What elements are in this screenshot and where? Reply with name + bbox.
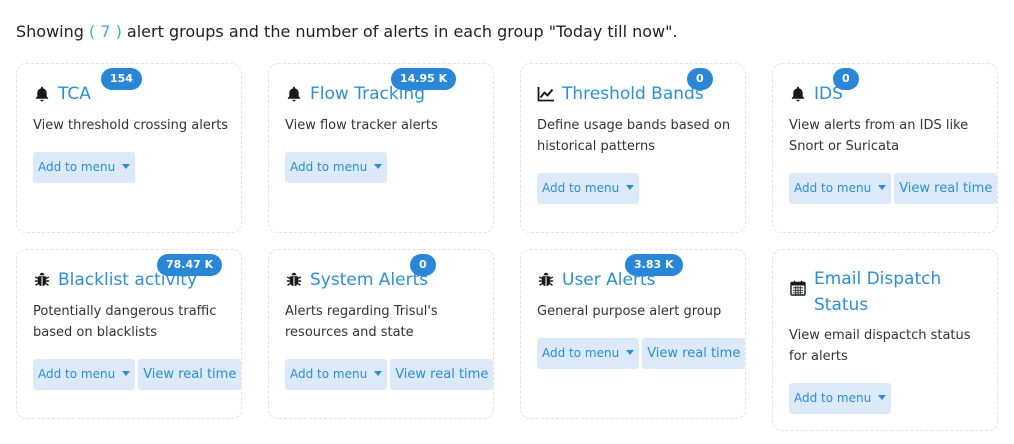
add-to-menu-button[interactable]: Add to menu (789, 173, 892, 204)
bug-icon (537, 267, 555, 293)
add-to-menu-button[interactable]: Add to menu (285, 152, 388, 183)
card-title-link[interactable]: System Alerts (310, 267, 428, 293)
view-real-time-button[interactable]: View real time (138, 359, 242, 390)
card-description: View flow tracker alerts (285, 118, 438, 133)
caret-down-icon (122, 371, 131, 376)
caret-down-icon (626, 350, 635, 355)
card-description: Define usage bands based on historical p… (537, 118, 731, 154)
bell-icon (789, 81, 807, 107)
line-chart-icon (537, 81, 555, 107)
add-to-menu-label: Add to menu (290, 160, 368, 174)
alert-count-badge: 154 (101, 68, 142, 90)
card-description: View email dispactch status for alerts (789, 328, 971, 364)
alert-count-badge: 14.95 K (391, 68, 457, 90)
add-to-menu-label: Add to menu (38, 160, 116, 174)
card-title[interactable]: System Alerts (285, 267, 428, 293)
add-to-menu-label: Add to menu (542, 181, 620, 195)
summary-suffix: alert groups and the number of alerts in… (121, 22, 678, 41)
card-actions: Add to menu (537, 173, 640, 204)
add-to-menu-label: Add to menu (794, 391, 872, 405)
card-title[interactable]: Threshold Bands (537, 81, 704, 107)
card-title-link[interactable]: Threshold Bands (562, 81, 704, 107)
card-title-link[interactable]: Email Dispatch Status (814, 266, 964, 318)
alert-count-badge: 78.47 K (157, 254, 223, 276)
card-title[interactable]: TCA (33, 81, 91, 107)
alert-group-count: ( 7 ) (89, 22, 122, 41)
alert-count-badge: 3.83 K (625, 254, 683, 276)
calendar-icon (789, 280, 807, 296)
card-description: View alerts from an IDS like Snort or Su… (789, 118, 969, 154)
caret-down-icon (374, 371, 383, 376)
card-description: View threshold crossing alerts (33, 118, 229, 133)
caret-down-icon (374, 164, 383, 169)
view-real-time-button[interactable]: View real time (390, 359, 494, 390)
add-to-menu-label: Add to menu (38, 367, 116, 381)
card-description: General purpose alert group (537, 304, 722, 319)
bug-icon (33, 267, 51, 293)
add-to-menu-button[interactable]: Add to menu (537, 173, 640, 204)
bell-icon (285, 81, 303, 107)
card-threshold-bands: Threshold Bands 0 Define usage bands bas… (520, 63, 746, 233)
bell-icon (33, 81, 51, 107)
caret-down-icon (878, 185, 887, 190)
add-to-menu-label: Add to menu (794, 181, 872, 195)
card-actions: Add to menu View real time (789, 173, 998, 204)
caret-down-icon (626, 185, 635, 190)
card-title-link[interactable]: TCA (58, 81, 91, 107)
card-actions: Add to menu View real time (285, 359, 494, 390)
card-system-alerts: System Alerts 0 Alerts regarding Trisul'… (268, 249, 494, 419)
card-tca: TCA 154 View threshold crossing alerts A… (16, 63, 242, 233)
card-flow-tracking: Flow Tracking 14.95 K View flow tracker … (268, 63, 494, 233)
card-actions: Add to menu (789, 383, 892, 414)
add-to-menu-button[interactable]: Add to menu (789, 383, 892, 414)
view-real-time-button[interactable]: View real time (642, 338, 746, 369)
card-actions: Add to menu (285, 152, 388, 183)
add-to-menu-button[interactable]: Add to menu (33, 359, 136, 390)
view-real-time-button[interactable]: View real time (894, 173, 998, 204)
card-actions: Add to menu View real time (537, 338, 746, 369)
add-to-menu-button[interactable]: Add to menu (537, 338, 640, 369)
card-description: Potentially dangerous traffic based on b… (33, 304, 217, 340)
card-actions: Add to menu (33, 152, 136, 183)
add-to-menu-button[interactable]: Add to menu (285, 359, 388, 390)
card-ids: IDS 0 View alerts from an IDS like Snort… (772, 63, 998, 233)
card-blacklist-activity: Blacklist activity 78.47 K Potentially d… (16, 249, 242, 419)
alert-count-badge: 0 (687, 68, 713, 90)
card-title[interactable]: Email Dispatch Status (789, 266, 985, 318)
add-to-menu-label: Add to menu (542, 346, 620, 360)
add-to-menu-label: Add to menu (290, 367, 368, 381)
card-description: Alerts regarding Trisul's resources and … (285, 304, 438, 340)
card-actions: Add to menu View real time (33, 359, 242, 390)
caret-down-icon (878, 395, 887, 400)
card-user-alerts: User Alerts 3.83 K General purpose alert… (520, 249, 746, 419)
alert-count-badge: 0 (833, 68, 859, 90)
summary-text: Showing ( 7 ) alert groups and the numbe… (16, 22, 678, 41)
add-to-menu-button[interactable]: Add to menu (33, 152, 136, 183)
bug-icon (285, 267, 303, 293)
caret-down-icon (122, 164, 131, 169)
card-email-dispatch-status: Email Dispatch Status View email dispact… (772, 249, 998, 431)
summary-prefix: Showing (16, 22, 89, 41)
alert-count-badge: 0 (410, 254, 436, 276)
